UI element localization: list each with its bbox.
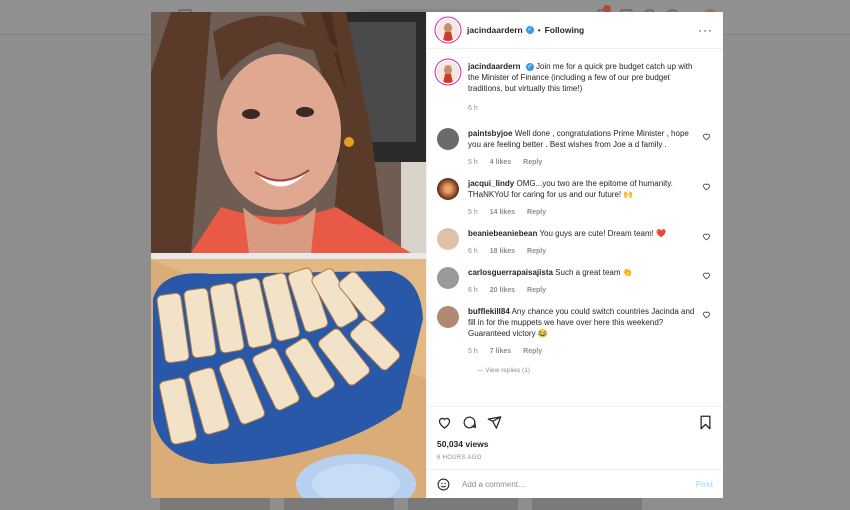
post-info-panel: jacindaardern ✓ • Following ··· jacindaa…: [426, 12, 723, 498]
commenter-avatar[interactable]: [437, 128, 459, 150]
separator-dot: •: [537, 25, 541, 35]
comment-input[interactable]: [460, 478, 696, 490]
video-frame-food: [151, 259, 426, 498]
caption-username[interactable]: jacindaardern: [468, 62, 520, 71]
add-comment-bar: Post: [427, 469, 723, 498]
comment-text: Such a great team 👏: [555, 268, 633, 277]
caption: jacindaardern ✓ Join me for a quick pre …: [437, 61, 713, 114]
view-replies-link[interactable]: — View replies (1): [477, 367, 713, 374]
bookmark-icon[interactable]: [698, 415, 713, 430]
comment-item: paintsbyjoe Well done , congratulations …: [437, 128, 713, 168]
verified-badge-icon: ✓: [525, 26, 534, 34]
comment-timestamp[interactable]: 5 h: [468, 209, 478, 216]
like-comment-heart-icon[interactable]: [702, 310, 711, 319]
comment-username[interactable]: paintsbyjoe: [468, 129, 512, 138]
like-comment-heart-icon[interactable]: [702, 271, 711, 280]
comment-likes[interactable]: 20 likes: [490, 287, 515, 294]
caption-author-avatar[interactable]: [437, 61, 459, 83]
comment-username[interactable]: carlosguerrapaisajista: [468, 268, 553, 277]
background-grid-thumbnails: [160, 498, 642, 510]
reply-button[interactable]: Reply: [527, 209, 546, 216]
comment-item: jacqui_lindy OMG...you two are the epito…: [437, 178, 713, 218]
verified-badge-icon: ✓: [525, 62, 534, 71]
comment-likes[interactable]: 18 likes: [490, 248, 515, 255]
comment-item: bufflekill84 Any chance you could switch…: [437, 306, 713, 357]
reply-button[interactable]: Reply: [527, 248, 546, 255]
comment-timestamp[interactable]: 6 h: [468, 248, 478, 255]
post-modal: jacindaardern ✓ • Following ··· jacindaa…: [151, 12, 723, 498]
comment-icon[interactable]: [462, 415, 477, 430]
share-icon[interactable]: [487, 415, 502, 430]
like-comment-heart-icon[interactable]: [702, 132, 711, 141]
comments-list[interactable]: jacindaardern ✓ Join me for a quick pre …: [427, 49, 723, 406]
commenter-avatar[interactable]: [437, 178, 459, 200]
author-username[interactable]: jacindaardern: [467, 25, 523, 35]
post-actions: 50,034 views 6 HOURS AGO: [427, 406, 723, 469]
caption-timestamp[interactable]: 6 h: [468, 105, 478, 112]
post-comment-button[interactable]: Post: [696, 480, 713, 489]
post-timestamp[interactable]: 6 HOURS AGO: [437, 455, 713, 461]
author-avatar[interactable]: [437, 19, 459, 41]
commenter-avatar[interactable]: [437, 267, 459, 289]
comment-timestamp[interactable]: 5 h: [468, 348, 478, 355]
comment-likes[interactable]: 7 likes: [490, 348, 511, 355]
comment-timestamp[interactable]: 5 h: [468, 159, 478, 166]
like-comment-heart-icon[interactable]: [702, 232, 711, 241]
comment-item: beaniebeaniebean You guys are cute! Drea…: [437, 228, 713, 257]
view-count[interactable]: 50,034 views: [437, 439, 713, 449]
comment-username[interactable]: bufflekill84: [468, 307, 510, 316]
reply-button[interactable]: Reply: [527, 287, 546, 294]
commenter-avatar[interactable]: [437, 228, 459, 250]
commenter-avatar[interactable]: [437, 306, 459, 328]
following-button[interactable]: Following: [545, 25, 585, 35]
comment-username[interactable]: jacqui_lindy: [468, 179, 514, 188]
post-media[interactable]: [151, 12, 426, 498]
comment-username[interactable]: beaniebeaniebean: [468, 229, 537, 238]
comment-likes[interactable]: 14 likes: [490, 209, 515, 216]
comment-likes[interactable]: 4 likes: [490, 159, 511, 166]
comment-item: carlosguerrapaisajista Such a great team…: [437, 267, 713, 296]
comment-timestamp[interactable]: 6 h: [468, 287, 478, 294]
more-options-icon[interactable]: ···: [698, 23, 713, 37]
like-comment-heart-icon[interactable]: [702, 182, 711, 191]
reply-button[interactable]: Reply: [523, 159, 542, 166]
comment-text: You guys are cute! Dream team! ❤️: [539, 229, 667, 238]
heart-icon[interactable]: [437, 415, 452, 430]
video-frame-person: [151, 12, 426, 253]
post-header: jacindaardern ✓ • Following ···: [427, 12, 723, 49]
emoji-icon[interactable]: [437, 478, 450, 491]
reply-button[interactable]: Reply: [523, 348, 542, 355]
